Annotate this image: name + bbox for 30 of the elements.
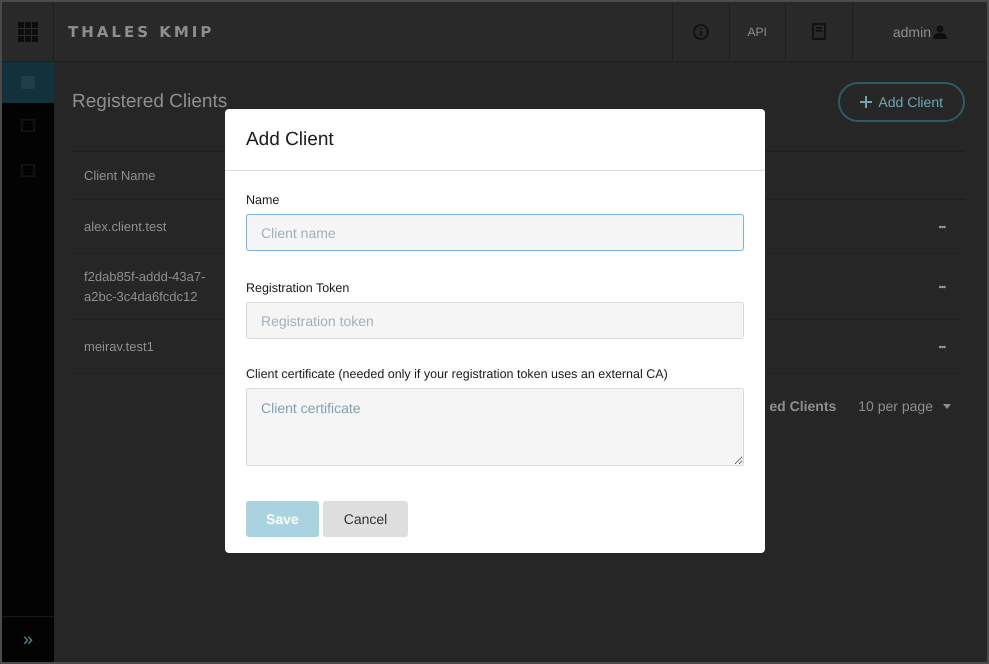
expand-toggle[interactable]: » bbox=[22, 629, 33, 650]
table-cell-text: f2dab85f-addd-43a7-a2bc-3c4da6fcdc12 bbox=[84, 268, 206, 306]
input-field[interactable]: Client name bbox=[246, 214, 744, 251]
table-cell-text: alex.client.test bbox=[84, 218, 168, 236]
logo: THALES KMIP bbox=[68, 22, 214, 40]
certificate-field[interactable]: Client certificate bbox=[246, 388, 744, 466]
field-label: Client certificate (needed only if your registration token uses an external CA) bbox=[246, 367, 669, 381]
app-grid-icon[interactable] bbox=[18, 22, 38, 42]
api-link[interactable]: API bbox=[748, 24, 767, 38]
plus-icon bbox=[860, 96, 872, 108]
per-page-select[interactable]: 10 per page bbox=[858, 398, 951, 414]
caret-icon bbox=[943, 404, 951, 408]
user-icon bbox=[933, 24, 947, 38]
book-icon[interactable] bbox=[812, 23, 826, 40]
dialog-title: Add Client bbox=[246, 128, 334, 150]
field-label: Registration Token bbox=[246, 281, 350, 295]
row-menu-button[interactable]: ••• bbox=[938, 342, 945, 352]
field-label: Name bbox=[246, 193, 280, 207]
column-header: Client Name bbox=[84, 168, 156, 183]
row-menu-button[interactable]: ••• bbox=[938, 282, 945, 292]
add-client-button[interactable]: Add Client bbox=[838, 82, 965, 122]
clients-count: ed Clients bbox=[769, 398, 836, 414]
table-cell-text: meirav.test1 bbox=[84, 338, 155, 356]
row-menu-button[interactable]: ••• bbox=[938, 222, 945, 232]
info-icon[interactable] bbox=[692, 24, 709, 40]
cancel-button[interactable]: Cancel bbox=[322, 501, 408, 537]
page-title: Registered Clients bbox=[72, 91, 228, 113]
input-field[interactable]: Registration token bbox=[246, 302, 744, 339]
sidebar-item[interactable] bbox=[2, 62, 54, 103]
user-menu[interactable]: admin bbox=[892, 24, 947, 40]
